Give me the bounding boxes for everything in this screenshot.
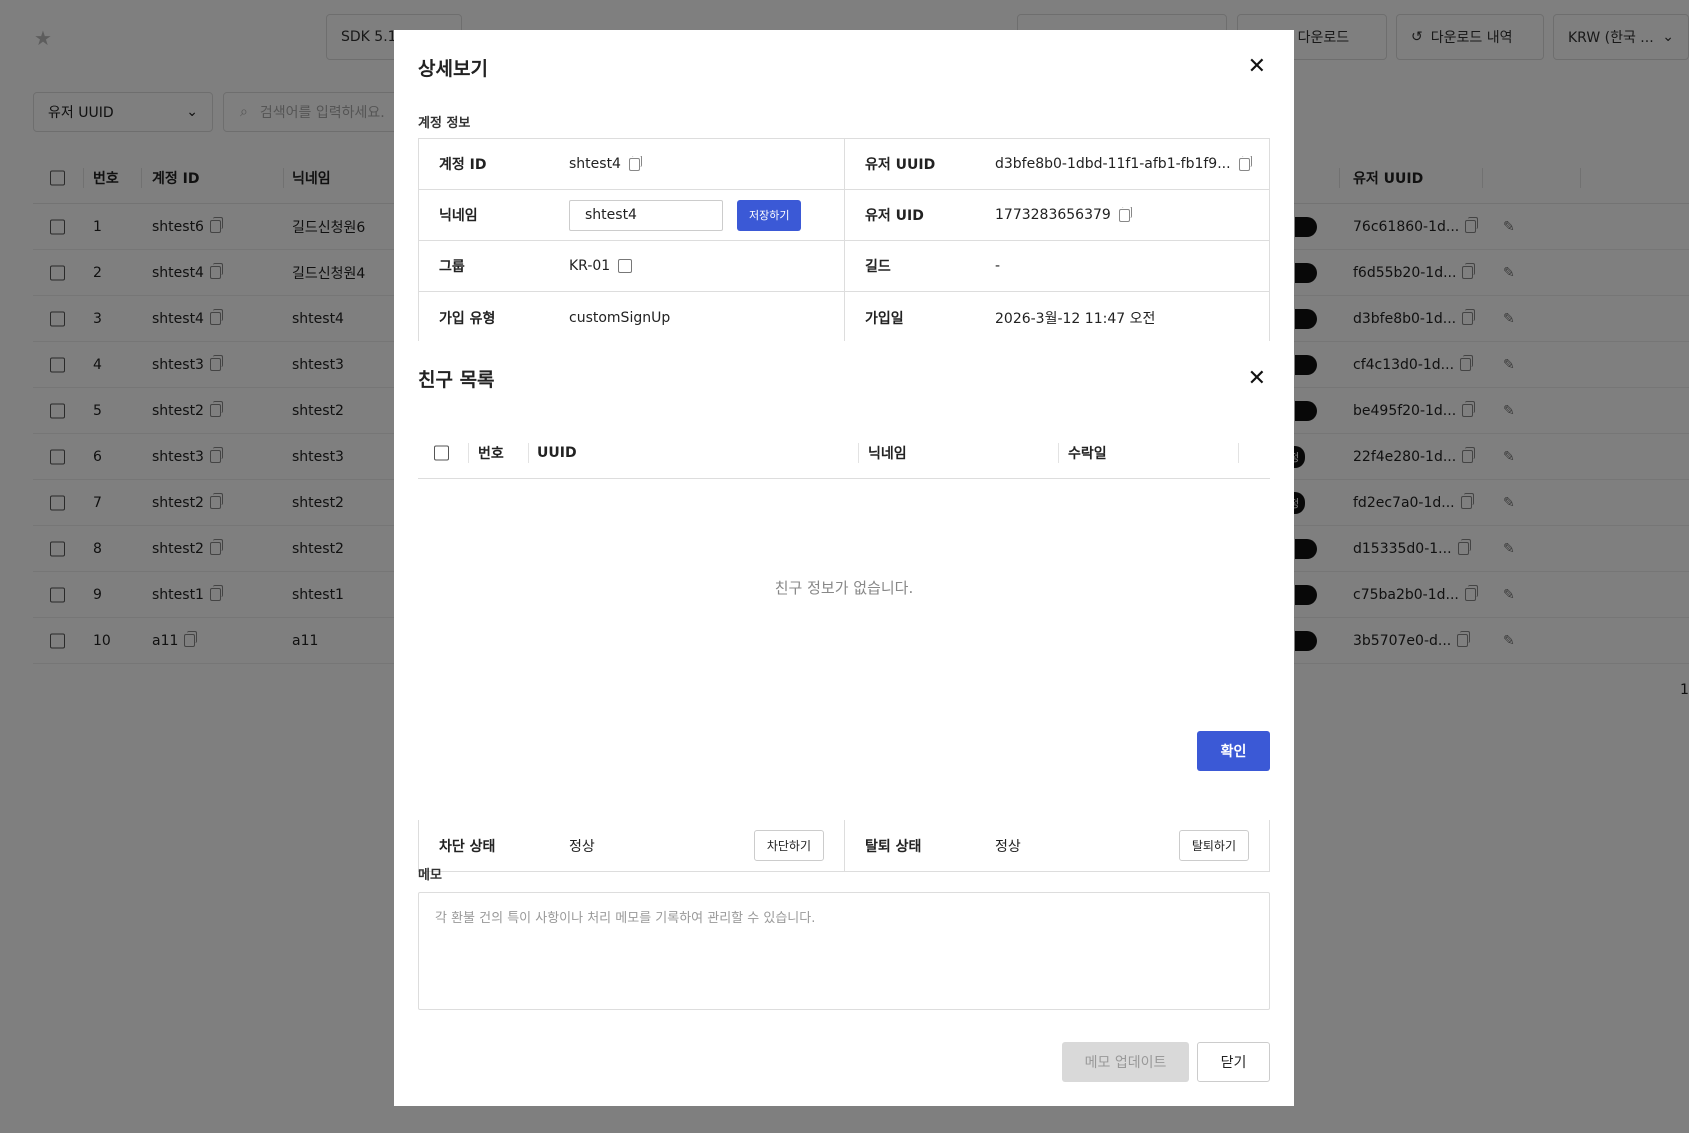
external-link-icon[interactable] [618,259,633,273]
save-nickname-button[interactable]: 저장하기 [737,199,802,231]
header-accepted-date: 수락일 [1068,445,1107,462]
friends-modal: 친구 목록 ✕ 번호 UUID 닉네임 수락일 친구 정보가 없습니다. 확인 [394,341,1294,795]
block-status-value: 정상 [569,838,595,855]
close-icon[interactable]: ✕ [1248,368,1266,390]
memo-label: 메모 [418,868,442,883]
account-section-label: 계정 정보 [418,116,471,131]
guild-value: - [995,258,1001,274]
account-id-label: 계정 ID [439,157,487,173]
copy-icon[interactable] [1118,207,1132,222]
friends-table-header: 번호 UUID 닉네임 수락일 [418,427,1270,479]
select-all-checkbox[interactable] [434,445,449,460]
nickname-field[interactable] [569,199,723,231]
detail-modal-title: 상세보기 [418,58,488,80]
user-uid-value: 1773283656379 [995,207,1111,223]
account-id-value: shtest4 [569,156,621,172]
memo-placeholder: 각 환불 건의 특이 사항이나 처리 메모를 기록하여 관리할 수 있습니다. [435,911,816,926]
account-info-grid: 계정 ID shtest4 유저 UUID d3bfe8b0-1dbd-11f1… [418,138,1270,344]
friends-table: 번호 UUID 닉네임 수락일 [418,427,1270,479]
empty-message: 친구 정보가 없습니다. [774,579,914,597]
group-value: KR-01 [569,258,611,274]
header-nickname: 닉네임 [868,445,907,462]
close-icon[interactable]: ✕ [1248,56,1266,78]
confirm-button[interactable]: 확인 [1197,731,1270,771]
memo-update-button[interactable]: 메모 업데이트 [1062,1042,1189,1082]
withdraw-status-value: 정상 [995,838,1021,855]
header-uuid: UUID [537,444,577,461]
withdraw-status-label: 탈퇴 상태 [865,838,922,855]
withdraw-button[interactable]: 탈퇴하기 [1178,830,1249,861]
nickname-label: 닉네임 [439,208,478,224]
signup-type-label: 가입 유형 [439,310,496,327]
header-no: 번호 [478,445,504,462]
block-status-label: 차단 상태 [439,838,496,855]
signup-type-value: customSignUp [569,309,671,326]
status-grid: 차단 상태 정상 차단하기 탈퇴 상태 정상 탈퇴하기 [418,820,1270,872]
group-label: 그룹 [439,259,465,275]
copy-icon[interactable] [1238,156,1252,171]
signup-date-value: 2026-3월-12 11:47 오전 [995,310,1156,327]
copy-icon[interactable] [628,156,642,171]
signup-date-label: 가입일 [865,310,904,327]
friends-modal-title: 친구 목록 [418,369,495,391]
memo-textarea[interactable]: 각 환불 건의 특이 사항이나 처리 메모를 기록하여 관리할 수 있습니다. [418,892,1270,1010]
user-uuid-value: d3bfe8b0-1dbd-11f1-afb1-fb1f9... [995,156,1231,172]
user-uid-label: 유저 UID [865,208,924,224]
guild-label: 길드 [865,259,891,275]
user-uuid-label: 유저 UUID [865,157,936,173]
block-button[interactable]: 차단하기 [753,830,824,861]
close-button[interactable]: 닫기 [1197,1042,1270,1082]
